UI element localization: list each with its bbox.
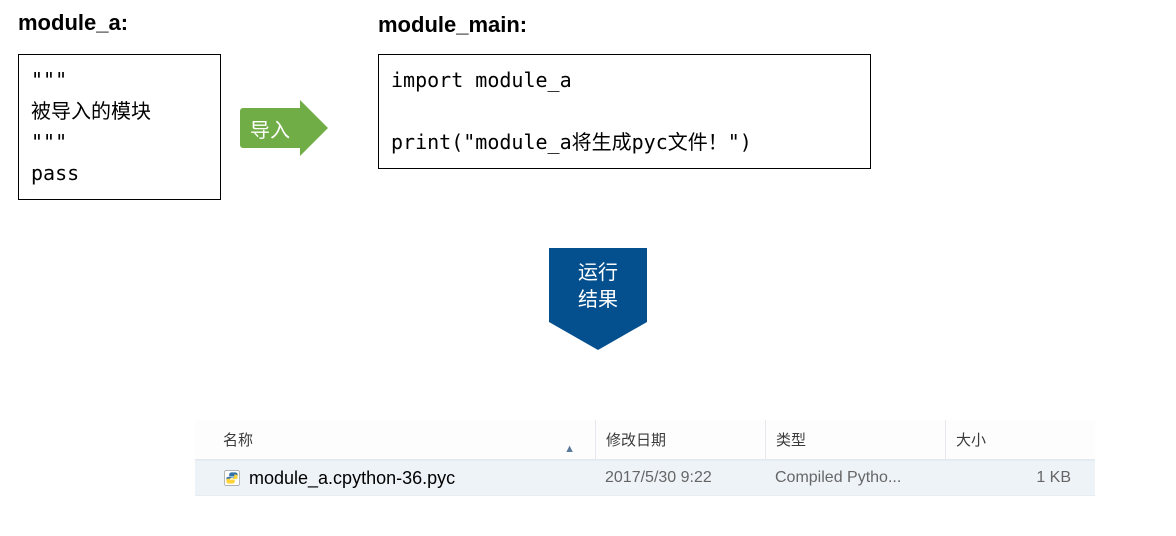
result-banner-body: 运行 结果 (549, 248, 647, 322)
module-a-code: """ 被导入的模块 """ pass (18, 54, 221, 200)
column-header-date-label: 修改日期 (606, 429, 666, 450)
file-name-cell: module_a.cpython-36.pyc (195, 468, 595, 489)
column-header-name[interactable]: 名称 ▲ (195, 429, 595, 450)
file-size-cell: 1 KB (945, 469, 1095, 487)
file-name-text: module_a.cpython-36.pyc (249, 468, 455, 489)
import-arrow-label: 导入 (240, 108, 300, 148)
arrow-down-icon (549, 322, 647, 350)
column-header-type-label: 类型 (776, 429, 806, 450)
file-type-cell: Compiled Pytho... (765, 469, 945, 487)
column-header-type[interactable]: 类型 (765, 420, 945, 459)
file-header-row: 名称 ▲ 修改日期 类型 大小 (195, 420, 1095, 460)
result-banner-line2: 结果 (555, 287, 641, 314)
module-main-code: import module_a print("module_a将生成pyc文件！… (378, 54, 871, 169)
python-file-icon (223, 469, 241, 487)
module-a-title: module_a: (18, 10, 128, 36)
module-main-title: module_main: (378, 12, 527, 38)
arrow-right-icon (300, 100, 328, 156)
result-banner: 运行 结果 (549, 248, 647, 350)
import-arrow: 导入 (240, 100, 328, 156)
column-header-name-label: 名称 (223, 432, 253, 449)
column-header-size[interactable]: 大小 (945, 420, 1095, 459)
file-explorer: 名称 ▲ 修改日期 类型 大小 module_a.cpython-36.pyc … (195, 420, 1095, 496)
column-header-date[interactable]: 修改日期 (595, 420, 765, 459)
result-banner-line1: 运行 (555, 260, 641, 287)
file-date-cell: 2017/5/30 9:22 (595, 469, 765, 487)
sort-asc-icon: ▲ (564, 443, 575, 455)
column-header-size-label: 大小 (956, 429, 986, 450)
file-row[interactable]: module_a.cpython-36.pyc 2017/5/30 9:22 C… (195, 460, 1095, 496)
